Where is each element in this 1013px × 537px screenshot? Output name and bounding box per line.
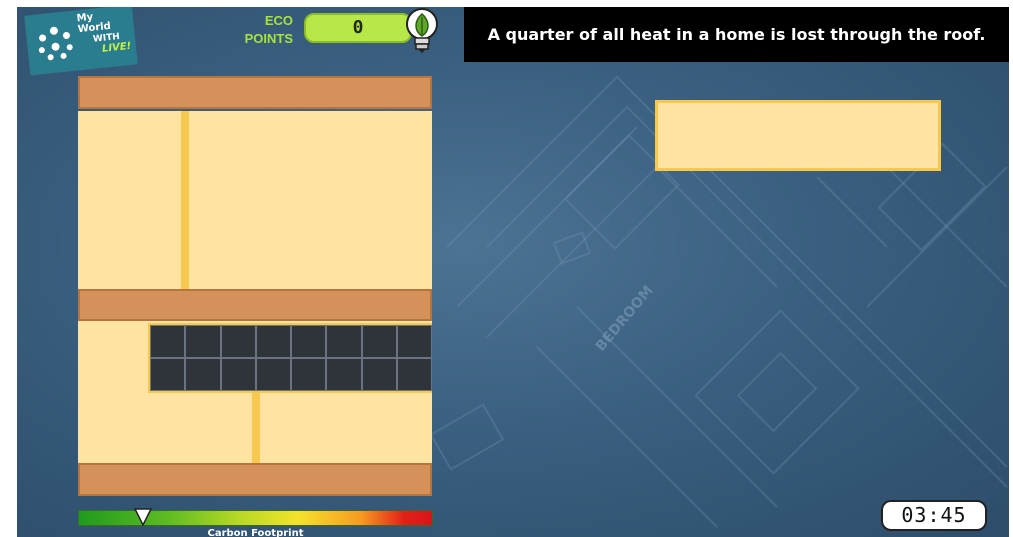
eco-points-counter: 0 [304,13,412,43]
countdown-timer: 03:45 [881,500,987,531]
carbon-footprint-label: Carbon Footprint [207,528,304,537]
meter-marker-icon [133,508,153,527]
game-logo: My World WITH LIVE! [24,7,138,76]
wall-tile [326,325,362,358]
wall-tile [220,325,256,358]
wall-tile [185,325,221,358]
wall-tile [326,358,362,391]
drop-target-slot[interactable] [655,100,941,171]
house-floor-beam [78,289,432,321]
fact-banner: A quarter of all heat in a home is lost … [464,7,1009,62]
logo-people-icon [38,26,73,61]
ground-room-divider [252,393,260,463]
loft-panel[interactable] [78,111,432,289]
tiled-wall [148,323,432,393]
game-canvas: BEDROOM My World WITH LIVE! ECO POINTS 0… [17,7,1009,537]
wall-tile [255,358,291,391]
wall-tile [396,358,432,391]
eco-points-label-bottom: POINTS [244,31,293,46]
wall-tile [361,325,397,358]
house-roof-beam [78,76,432,109]
wall-tile [150,325,186,358]
loft-divider [181,111,189,289]
wall-tile [396,325,432,358]
house-foundation-beam [78,463,432,496]
wall-tile [220,358,256,391]
eco-points-label-top: ECO [264,13,293,28]
wall-tile [150,358,186,391]
wall-tile [291,325,327,358]
wall-tile [255,325,291,358]
lightbulb-leaf-icon [406,8,438,53]
wall-tile [291,358,327,391]
logo-text-live: LIVE! [101,40,132,55]
carbon-footprint-meter [78,510,433,526]
blueprint-room-label: BEDROOM [593,283,657,355]
wall-tile [185,358,221,391]
wall-tile [361,358,397,391]
